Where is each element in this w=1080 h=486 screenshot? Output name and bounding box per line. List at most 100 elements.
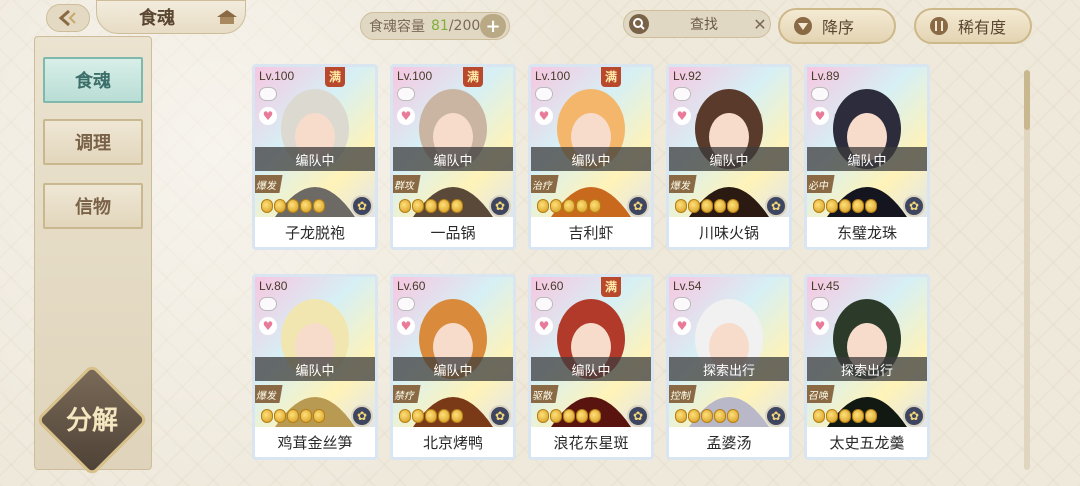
star-icon	[865, 199, 877, 213]
card-name: 东璧龙珠	[807, 217, 927, 247]
star-rating	[675, 199, 739, 213]
role-tag: 驱散	[531, 385, 559, 403]
star-icon	[826, 409, 838, 423]
star-icon	[425, 199, 437, 213]
star-rating	[813, 199, 877, 213]
status-badge: 探索出行	[807, 357, 927, 381]
food-soul-card[interactable]: Lv.60 满 ♥ 编队中 驱散 ✿ 浪花东星斑	[528, 274, 654, 460]
heart-icon[interactable]: ♥	[397, 107, 415, 125]
food-soul-card[interactable]: Lv.100 满 ♥ 编队中 爆发 ✿ 子龙脱袍	[252, 64, 378, 250]
food-soul-card[interactable]: Lv.45 ♥ 探索出行 召唤 ✿ 太史五龙羹	[804, 274, 930, 460]
bowl-icon	[535, 87, 553, 101]
max-level-badge: 满	[463, 67, 483, 87]
bowl-icon	[811, 87, 829, 101]
scroll-thumb[interactable]	[1024, 70, 1030, 130]
star-rating	[399, 409, 463, 423]
heart-icon[interactable]: ♥	[535, 317, 553, 335]
element-emblem-icon: ✿	[351, 195, 373, 217]
back-button[interactable]	[46, 4, 90, 32]
heart-icon[interactable]: ♥	[397, 317, 415, 335]
card-name: 吉利虾	[531, 217, 651, 247]
star-icon	[438, 199, 450, 213]
star-rating	[537, 199, 601, 213]
star-icon	[274, 199, 286, 213]
food-soul-card[interactable]: Lv.92 ♥ 编队中 爆发 ✿ 川味火锅	[666, 64, 792, 250]
star-icon	[852, 409, 864, 423]
element-emblem-icon: ✿	[765, 405, 787, 427]
food-soul-card[interactable]: Lv.54 ♥ 探索出行 控制 ✿ 孟婆汤	[666, 274, 792, 460]
level-label: Lv.45	[811, 279, 840, 293]
star-icon	[438, 409, 450, 423]
element-emblem-icon: ✿	[627, 195, 649, 217]
food-soul-card[interactable]: Lv.100 满 ♥ 编队中 群攻 ✿ 一品锅	[390, 64, 516, 250]
heart-icon[interactable]: ♥	[673, 107, 691, 125]
sidebar-item-cooking[interactable]: 调理	[43, 119, 143, 165]
food-soul-card[interactable]: Lv.100 满 ♥ 编队中 治疗 ✿ 吉利虾	[528, 64, 654, 250]
sidebar-item-tokens[interactable]: 信物	[43, 183, 143, 229]
food-soul-card[interactable]: Lv.60 ♥ 编队中 禁疗 ✿ 北京烤鸭	[390, 274, 516, 460]
scrollbar[interactable]	[1024, 70, 1030, 470]
role-tag: 治疗	[531, 175, 559, 193]
star-rating	[261, 409, 325, 423]
max-level-badge: 满	[601, 67, 621, 87]
max-level-badge: 满	[601, 277, 621, 297]
capacity-max: /200	[448, 18, 481, 34]
star-icon	[451, 199, 463, 213]
search-bar[interactable]: 查找 ✕	[623, 10, 771, 38]
card-name: 孟婆汤	[669, 427, 789, 457]
role-tag: 爆发	[255, 385, 283, 403]
sort-rarity-button[interactable]: 稀有度	[914, 8, 1032, 44]
star-rating	[261, 199, 325, 213]
star-icon	[839, 199, 851, 213]
expand-capacity-button[interactable]: +	[480, 14, 506, 38]
star-icon	[537, 199, 549, 213]
heart-icon[interactable]: ♥	[811, 107, 829, 125]
star-icon	[399, 409, 411, 423]
sidebar-item-label: 食魂	[75, 71, 111, 92]
level-label: Lv.100	[397, 69, 433, 83]
food-soul-card[interactable]: Lv.80 ♥ 编队中 爆发 ✿ 鸡茸金丝笋	[252, 274, 378, 460]
bowl-icon	[673, 87, 691, 101]
heart-icon[interactable]: ♥	[535, 107, 553, 125]
heart-icon[interactable]: ♥	[811, 317, 829, 335]
heart-icon[interactable]: ♥	[673, 317, 691, 335]
star-icon	[576, 409, 588, 423]
star-icon	[550, 199, 562, 213]
star-icon	[412, 199, 424, 213]
star-icon	[688, 199, 700, 213]
max-level-badge: 满	[325, 67, 345, 87]
element-emblem-icon: ✿	[489, 405, 511, 427]
card-name: 子龙脱袍	[255, 217, 375, 247]
status-badge: 编队中	[531, 357, 651, 381]
sort-order-button[interactable]: 降序	[778, 8, 896, 44]
bowl-icon	[811, 297, 829, 311]
star-icon	[563, 199, 575, 213]
heart-icon[interactable]: ♥	[259, 317, 277, 335]
status-badge: 编队中	[807, 147, 927, 171]
clear-search-icon[interactable]: ✕	[750, 15, 770, 34]
element-emblem-icon: ✿	[351, 405, 373, 427]
star-icon	[451, 409, 463, 423]
bowl-icon	[397, 297, 415, 311]
role-tag: 群攻	[393, 175, 421, 193]
star-icon	[701, 409, 713, 423]
food-soul-card[interactable]: Lv.89 ♥ 编队中 必中 ✿ 东璧龙珠	[804, 64, 930, 250]
star-icon	[300, 199, 312, 213]
level-label: Lv.89	[811, 69, 840, 83]
star-rating	[399, 199, 463, 213]
back-arrow-icon	[58, 9, 76, 27]
sidebar-item-food-souls[interactable]: 食魂	[43, 57, 143, 103]
bowl-icon	[397, 87, 415, 101]
sort-order-label: 降序	[822, 18, 855, 37]
card-name: 浪花东星斑	[531, 427, 651, 457]
bowl-icon	[259, 87, 277, 101]
home-icon[interactable]	[214, 8, 240, 26]
level-label: Lv.100	[259, 69, 295, 83]
star-icon	[852, 199, 864, 213]
heart-icon[interactable]: ♥	[259, 107, 277, 125]
element-emblem-icon: ✿	[489, 195, 511, 217]
level-label: Lv.60	[397, 279, 426, 293]
level-label: Lv.60	[535, 279, 564, 293]
star-rating	[675, 409, 739, 423]
star-icon	[688, 409, 700, 423]
